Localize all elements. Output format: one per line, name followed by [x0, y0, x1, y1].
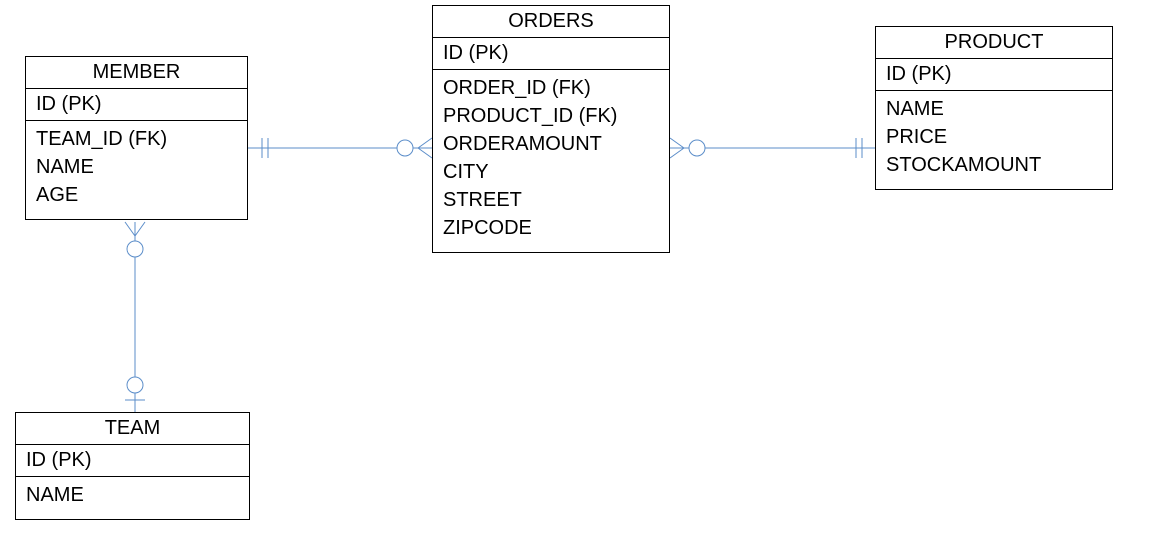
connector-orders-product: [670, 138, 875, 158]
entity-attr: NAME: [886, 95, 1102, 123]
entity-member: MEMBER ID (PK) TEAM_ID (FK) NAME AGE: [25, 56, 248, 220]
entity-team-pk: ID (PK): [16, 445, 249, 477]
entity-attr: AGE: [36, 181, 237, 209]
entity-attr: TEAM_ID (FK): [36, 125, 237, 153]
entity-orders-title: ORDERS: [433, 6, 669, 38]
entity-attr: NAME: [26, 481, 239, 509]
entity-product-attrs: NAME PRICE STOCKAMOUNT: [876, 91, 1112, 189]
entity-attr: ORDER_ID (FK): [443, 74, 659, 102]
entity-team: TEAM ID (PK) NAME: [15, 412, 250, 520]
entity-attr: ZIPCODE: [443, 214, 659, 242]
entity-team-attrs: NAME: [16, 477, 249, 519]
entity-attr: PRODUCT_ID (FK): [443, 102, 659, 130]
entity-product: PRODUCT ID (PK) NAME PRICE STOCKAMOUNT: [875, 26, 1113, 190]
entity-attr: STOCKAMOUNT: [886, 151, 1102, 179]
entity-orders-attrs: ORDER_ID (FK) PRODUCT_ID (FK) ORDERAMOUN…: [433, 70, 669, 252]
entity-orders-pk: ID (PK): [433, 38, 669, 70]
entity-attr: ORDERAMOUNT: [443, 130, 659, 158]
entity-team-title: TEAM: [16, 413, 249, 445]
entity-attr: CITY: [443, 158, 659, 186]
entity-product-pk: ID (PK): [876, 59, 1112, 91]
entity-attr: STREET: [443, 186, 659, 214]
connector-member-orders: [248, 138, 432, 158]
entity-attr: PRICE: [886, 123, 1102, 151]
entity-attr: NAME: [36, 153, 237, 181]
entity-product-title: PRODUCT: [876, 27, 1112, 59]
entity-member-title: MEMBER: [26, 57, 247, 89]
entity-member-pk: ID (PK): [26, 89, 247, 121]
connector-member-team: [125, 222, 145, 412]
entity-orders: ORDERS ID (PK) ORDER_ID (FK) PRODUCT_ID …: [432, 5, 670, 253]
entity-member-attrs: TEAM_ID (FK) NAME AGE: [26, 121, 247, 219]
